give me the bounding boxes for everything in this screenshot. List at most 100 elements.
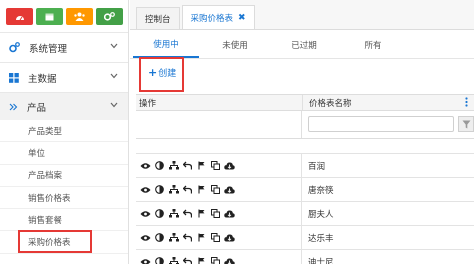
view-icon[interactable] [140, 256, 151, 264]
contrast-icon[interactable] [154, 160, 165, 171]
view-icon[interactable] [140, 232, 151, 243]
sidebar-item-unit[interactable]: 单位 [0, 142, 128, 165]
price-list-name: 厨夫人 [308, 209, 334, 220]
filter-row [136, 111, 474, 139]
create-button[interactable]: + 创建 [148, 66, 176, 79]
filter-button[interactable] [458, 116, 474, 132]
table-row[interactable]: 百润 [136, 153, 474, 177]
row-actions [136, 250, 302, 264]
table-row[interactable]: 唐奈筷 [136, 177, 474, 201]
toolbar: + 创建 [130, 59, 474, 95]
table-header: 操作 价格表名称 [136, 94, 474, 111]
cloud-download-icon[interactable] [224, 208, 235, 219]
flag-icon[interactable] [196, 160, 207, 171]
tab-expired[interactable]: 已过期 [271, 32, 337, 58]
plus-icon: + [148, 66, 158, 79]
flag-icon[interactable] [196, 184, 207, 195]
price-list-table: 操作 价格表名称 百润 唐奈筷 厨夫人 达乐丰 迪士尼 [136, 94, 474, 264]
table-row[interactable]: 厨夫人 [136, 201, 474, 225]
column-header-ops: 操作 [139, 98, 157, 109]
undo-icon[interactable] [182, 184, 193, 195]
sidebar-item-product-type[interactable]: 产品类型 [0, 120, 128, 143]
undo-icon[interactable] [182, 160, 193, 171]
copy-icon[interactable] [210, 232, 221, 243]
copy-icon[interactable] [210, 256, 221, 264]
cogs-icon [104, 12, 115, 21]
tab-all[interactable]: 所有 [340, 32, 406, 58]
undo-icon[interactable] [182, 208, 193, 219]
filter-ops-cell [136, 111, 302, 138]
tab-label: 采购价格表 [190, 13, 234, 24]
sidebar-item-product-archive[interactable]: 产品档案 [0, 165, 128, 187]
copy-icon[interactable] [210, 160, 221, 171]
copy-icon[interactable] [210, 184, 221, 195]
kebab-menu-icon[interactable] [465, 97, 468, 107]
table-row[interactable]: 达乐丰 [136, 225, 474, 249]
sidebar: 系统管理 主数据 产品 产品类型 单位 产品档案 销售价格表 销售套餐 采购价格… [0, 0, 129, 264]
row-actions [136, 226, 302, 249]
dashboard-shortcut[interactable] [6, 8, 33, 25]
cloud-download-icon[interactable] [224, 184, 235, 195]
row-actions [136, 178, 302, 201]
status-tabs: 使用中 未使用 已过期 所有 [130, 32, 474, 59]
chevron-down-icon [110, 102, 118, 108]
users-icon [74, 12, 85, 21]
view-icon[interactable] [140, 208, 151, 219]
contrast-icon[interactable] [154, 256, 165, 264]
cogs-shortcut[interactable] [96, 8, 123, 25]
close-icon[interactable]: ✖ [238, 13, 246, 23]
row-actions [136, 154, 302, 177]
hierarchy-icon[interactable] [168, 160, 179, 171]
cloud-download-icon[interactable] [224, 256, 235, 264]
sidebar-item-sales-package[interactable]: 销售套餐 [0, 209, 128, 232]
name-filter-input[interactable] [308, 116, 454, 132]
row-actions [136, 202, 302, 225]
double-chevron-icon [9, 103, 18, 110]
tab-console[interactable]: 控制台 [136, 7, 180, 29]
flag-icon[interactable] [196, 256, 207, 264]
main-panel: 控制台 采购价格表 ✖ 使用中 未使用 已过期 所有 + 创建 操作 价格表名称 [130, 0, 474, 264]
price-list-name: 达乐丰 [308, 233, 334, 244]
calendar-shortcut[interactable] [36, 8, 63, 25]
table-row[interactable]: 迪士尼 [136, 249, 474, 264]
tab-label: 控制台 [145, 14, 171, 25]
dashboard-icon [15, 15, 24, 20]
copy-icon[interactable] [210, 208, 221, 219]
contrast-icon[interactable] [154, 232, 165, 243]
gears-icon [9, 42, 20, 53]
table-spacer [136, 139, 474, 153]
undo-icon[interactable] [182, 256, 193, 264]
view-icon[interactable] [140, 160, 151, 171]
hierarchy-icon[interactable] [168, 184, 179, 195]
users-shortcut[interactable] [66, 8, 93, 25]
tab-purchase-price-list[interactable]: 采购价格表 ✖ [181, 5, 255, 29]
chevron-down-icon [110, 73, 118, 79]
hierarchy-icon[interactable] [168, 208, 179, 219]
undo-icon[interactable] [182, 232, 193, 243]
menu-master-data[interactable]: 主数据 [0, 62, 128, 92]
price-list-name: 百润 [308, 161, 326, 172]
contrast-icon[interactable] [154, 184, 165, 195]
contrast-icon[interactable] [154, 208, 165, 219]
menu-product[interactable]: 产品 [0, 92, 128, 120]
menu-system-management[interactable]: 系统管理 [0, 32, 128, 62]
chevron-down-icon [110, 43, 118, 49]
grid-icon [9, 72, 19, 83]
cloud-download-icon[interactable] [224, 232, 235, 243]
tab-unused[interactable]: 未使用 [202, 32, 268, 58]
tab-bar: 控制台 采购价格表 ✖ [130, 0, 474, 30]
hierarchy-icon[interactable] [168, 256, 179, 264]
sidebar-item-sales-price-list[interactable]: 销售价格表 [0, 187, 128, 210]
filter-name-cell [302, 111, 474, 138]
price-list-name: 唐奈筷 [308, 185, 334, 196]
tab-in-use[interactable]: 使用中 [133, 32, 199, 58]
hierarchy-icon[interactable] [168, 232, 179, 243]
view-icon[interactable] [140, 184, 151, 195]
filter-icon [462, 120, 470, 128]
flag-icon[interactable] [196, 208, 207, 219]
cloud-download-icon[interactable] [224, 160, 235, 171]
column-header-name[interactable]: 价格表名称 [302, 95, 474, 110]
sidebar-item-purchase-price-list[interactable]: 采购价格表 [0, 231, 128, 254]
flag-icon[interactable] [196, 232, 207, 243]
calendar-icon [45, 13, 54, 21]
